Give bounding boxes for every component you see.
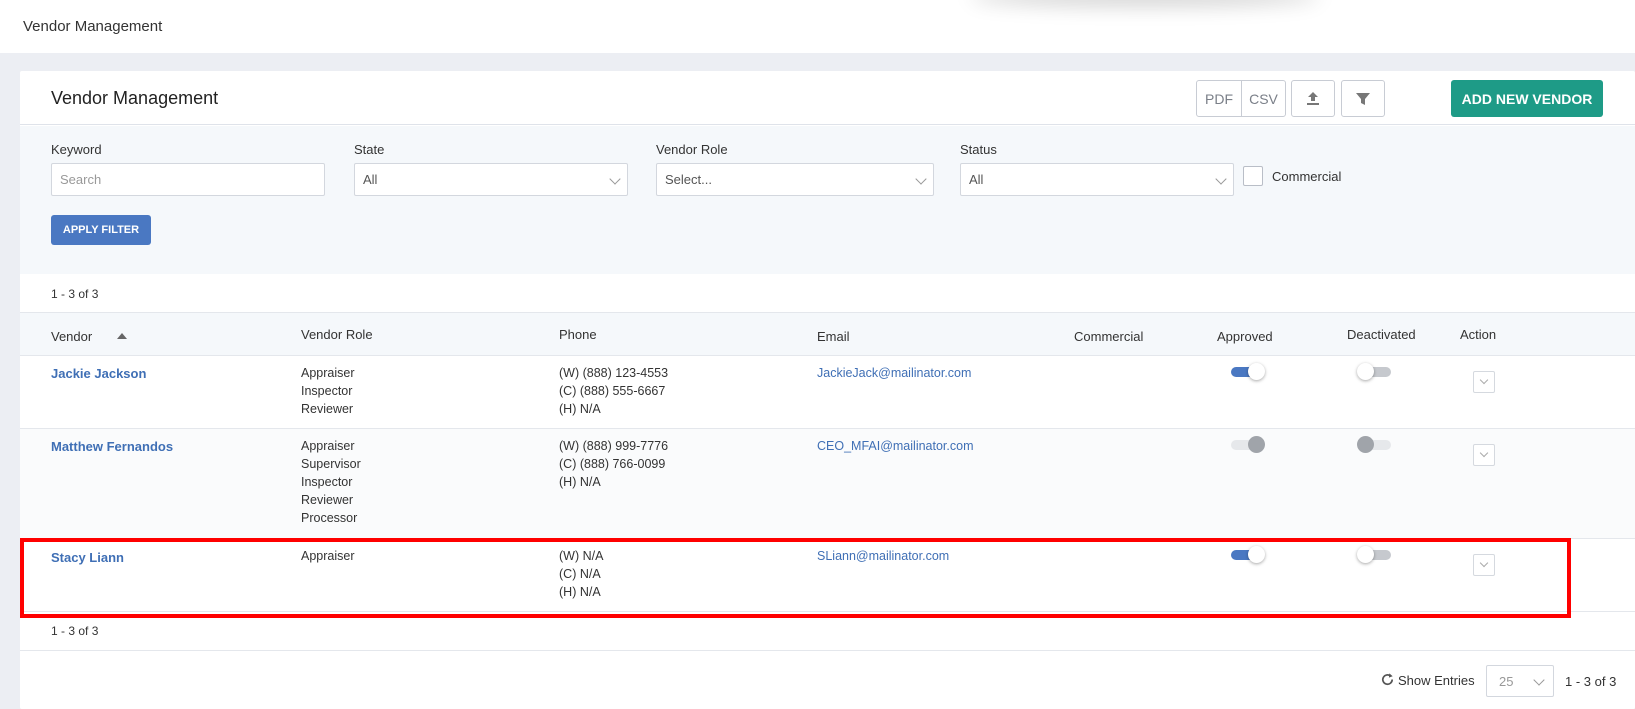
upload-icon <box>1307 91 1319 105</box>
table-header: Vendor Vendor Role Phone Email Commercia… <box>20 312 1635 356</box>
phone-cell: (C) N/A <box>559 567 601 581</box>
role-item: Inspector <box>301 384 353 398</box>
column-vendor-role: Vendor Role <box>301 327 373 342</box>
card-header: Vendor Management PDF CSV ADD NEW VENDOR <box>20 71 1635 125</box>
chevron-down-icon <box>1479 375 1489 385</box>
role-item: Appraiser <box>301 439 355 453</box>
deactivated-toggle[interactable] <box>1357 546 1391 563</box>
vendor-phones: (W) (888) 123-4553 (C) (888) 555-6667 (H… <box>559 364 668 418</box>
vendor-name-link[interactable]: Stacy Liann <box>51 549 124 567</box>
approved-toggle[interactable] <box>1231 436 1265 453</box>
phone-work: (W) N/A <box>559 549 604 563</box>
chevron-down-icon <box>1215 173 1227 185</box>
role-item: Processor <box>301 511 358 525</box>
vendor-role-label: Vendor Role <box>656 142 728 157</box>
phone-work: (W) (888) 999-7776 <box>559 439 669 453</box>
vendor-roles: Appraiser Inspector Reviewer <box>301 364 355 418</box>
export-pdf-button[interactable]: PDF <box>1197 81 1241 116</box>
chevron-down-icon <box>915 173 927 185</box>
vendor-email-link[interactable]: CEO_MFAI@mailinator.com <box>817 437 973 455</box>
vendor-name-link[interactable]: Jackie Jackson <box>51 365 146 383</box>
action-dropdown-button[interactable] <box>1473 444 1495 466</box>
filter-button[interactable] <box>1341 80 1385 117</box>
result-count: 1 - 3 of 3 <box>51 287 99 301</box>
add-new-vendor-button[interactable]: ADD NEW VENDOR <box>1451 80 1603 117</box>
status-select[interactable]: All <box>960 163 1234 196</box>
status-label: Status <box>960 142 997 157</box>
show-entries-label: Show Entries <box>1398 673 1475 688</box>
breadcrumb: Vendor Management <box>23 18 163 35</box>
approved-toggle[interactable] <box>1231 546 1265 563</box>
deactivated-toggle[interactable] <box>1357 363 1391 380</box>
action-dropdown-button[interactable] <box>1473 371 1495 393</box>
deactivated-toggle[interactable] <box>1357 436 1391 453</box>
result-count-bottom: 1 - 3 of 3 <box>51 624 99 638</box>
chevron-down-icon <box>1479 558 1489 568</box>
chevron-down-icon <box>1533 674 1545 686</box>
vendor-name-link[interactable]: Matthew Fernandos <box>51 438 173 456</box>
column-email: Email <box>817 329 850 344</box>
keyword-label: Keyword <box>51 142 102 157</box>
entries-per-page-select[interactable]: 25 <box>1486 665 1554 697</box>
phone-home: (H) N/A <box>559 402 601 416</box>
keyword-placeholder: Search <box>60 172 102 187</box>
vendor-role-value: Select... <box>665 172 712 187</box>
phone-home: (H) N/A <box>559 475 601 489</box>
table-row: Matthew Fernandos Appraiser Supervisor I… <box>20 429 1635 539</box>
vendor-roles: Appraiser <box>301 547 355 565</box>
role-item: Supervisor <box>301 457 361 471</box>
role-item: Reviewer <box>301 402 354 416</box>
pagination-range: 1 - 3 of 3 <box>1565 674 1617 689</box>
export-csv-button[interactable]: CSV <box>1241 81 1285 116</box>
export-group: PDF CSV <box>1196 80 1286 117</box>
vendor-role-select[interactable]: Select... <box>656 163 934 196</box>
column-action: Action <box>1460 327 1497 342</box>
role-item: Reviewer <box>301 493 354 507</box>
state-label: State <box>354 142 385 157</box>
sort-asc-icon[interactable] <box>117 333 127 339</box>
table-row: Jackie Jackson Appraiser Inspector Revie… <box>20 356 1635 429</box>
vendor-card: Vendor Management PDF CSV ADD NEW VENDOR… <box>20 71 1635 709</box>
role-item: Inspector <box>301 475 353 489</box>
action-dropdown-button[interactable] <box>1473 554 1495 576</box>
phone-cell: (C) (888) 555-6667 <box>559 384 666 398</box>
keyword-search-input[interactable]: Search <box>51 163 325 196</box>
top-bar: Vendor Management <box>0 0 1635 53</box>
commercial-checkbox[interactable] <box>1243 166 1263 186</box>
status-value: All <box>969 172 984 187</box>
role-item: Appraiser <box>301 549 355 563</box>
phone-home: (H) N/A <box>559 585 601 599</box>
vendor-email-link[interactable]: JackieJack@mailinator.com <box>817 364 971 382</box>
refresh-icon[interactable] <box>1380 672 1395 687</box>
column-vendor[interactable]: Vendor <box>51 329 92 344</box>
column-approved: Approved <box>1217 329 1273 344</box>
vendor-email-link[interactable]: SLiann@mailinator.com <box>817 547 949 565</box>
column-deactivated: Deactivated <box>1347 327 1416 342</box>
phone-cell: (C) (888) 766-0099 <box>559 457 666 471</box>
approved-toggle[interactable] <box>1231 363 1265 380</box>
entries-value: 25 <box>1499 673 1514 689</box>
column-commercial: Commercial <box>1074 329 1144 344</box>
page-title: Vendor Management <box>51 88 219 108</box>
filter-icon <box>1356 92 1370 105</box>
column-phone: Phone <box>559 327 597 342</box>
vendor-phones: (W) (888) 999-7776 (C) (888) 766-0099 (H… <box>559 437 668 491</box>
vendor-phones: (W) N/A (C) N/A (H) N/A <box>559 547 603 601</box>
phone-work: (W) (888) 123-4553 <box>559 366 669 380</box>
vendor-roles: Appraiser Supervisor Inspector Reviewer … <box>301 437 361 527</box>
filter-panel: Keyword Search State All Vendor Role Sel… <box>20 126 1635 274</box>
apply-filter-button[interactable]: APPLY FILTER <box>51 215 151 245</box>
state-value: All <box>363 172 378 187</box>
chevron-down-icon <box>609 173 621 185</box>
upload-button[interactable] <box>1291 80 1335 117</box>
state-select[interactable]: All <box>354 163 628 196</box>
table-row: Stacy Liann Appraiser (W) N/A (C) N/A (H… <box>20 539 1635 612</box>
commercial-label: Commercial <box>1272 169 1342 184</box>
footer-divider <box>20 650 1635 651</box>
chevron-down-icon <box>1479 448 1489 458</box>
role-item: Appraiser <box>301 366 355 380</box>
